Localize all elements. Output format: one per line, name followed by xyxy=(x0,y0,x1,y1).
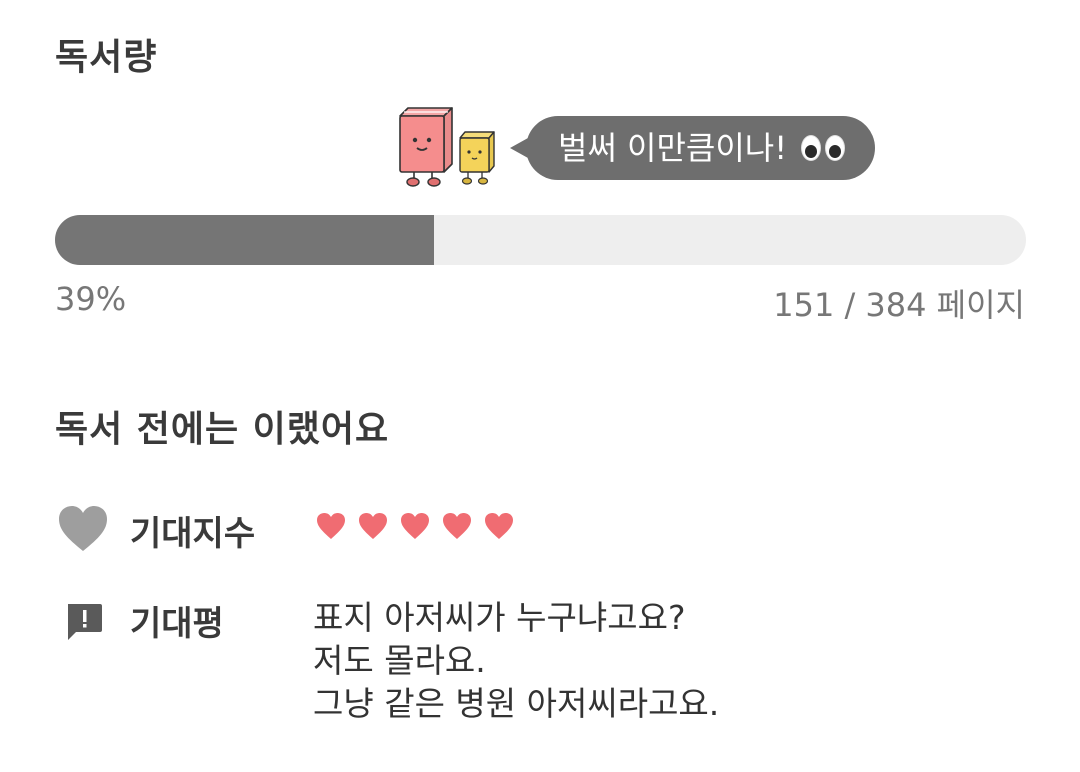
review-line: 그냥 같은 병원 아저씨라고요. xyxy=(313,684,720,723)
comment-alert-icon xyxy=(64,602,104,642)
expectation-label: 기대지수 xyxy=(130,514,256,554)
speech-bubble-body: 벌써 이만큼이나! xyxy=(526,116,876,180)
rating-heart-icon xyxy=(485,513,513,539)
review-line: 저도 몰라요. xyxy=(313,641,486,680)
rating-heart-icon xyxy=(443,513,471,539)
progress-percent: 39% xyxy=(55,280,127,318)
before-reading-title: 독서 전에는 이랬어요 xyxy=(55,409,390,450)
progress-pages: 151 / 384 페이지 xyxy=(773,286,1025,324)
reading-status-page: 독서량 벌써 이만큼이나! 39% 151 / 384 페이지 독서 전에는 이… xyxy=(0,0,1080,772)
heart-icon xyxy=(57,505,109,553)
speech-bubble-text: 벌써 이만큼이나! xyxy=(558,129,788,167)
expectation-rating xyxy=(316,512,514,540)
review-line: 표지 아저씨가 누구냐고요? xyxy=(313,598,686,637)
review-label: 기대평 xyxy=(130,604,224,644)
right-eye xyxy=(825,135,846,161)
rating-heart-icon xyxy=(401,513,429,539)
eyes-emoji-icon xyxy=(801,135,846,161)
rating-heart-icon xyxy=(359,513,387,539)
reading-progress-fill xyxy=(55,215,434,265)
reading-amount-title: 독서량 xyxy=(55,37,158,78)
review-text: 표지 아저씨가 누구냐고요? 저도 몰라요. 그냥 같은 병원 아저씨라고요. xyxy=(313,596,719,725)
yellow-book-mascot-icon xyxy=(459,131,495,173)
book-mascots xyxy=(394,104,504,188)
pink-book-mascot-icon xyxy=(399,107,495,187)
rating-heart-icon xyxy=(317,513,345,539)
reading-progress-bar xyxy=(55,215,1026,265)
left-eye xyxy=(801,135,822,161)
